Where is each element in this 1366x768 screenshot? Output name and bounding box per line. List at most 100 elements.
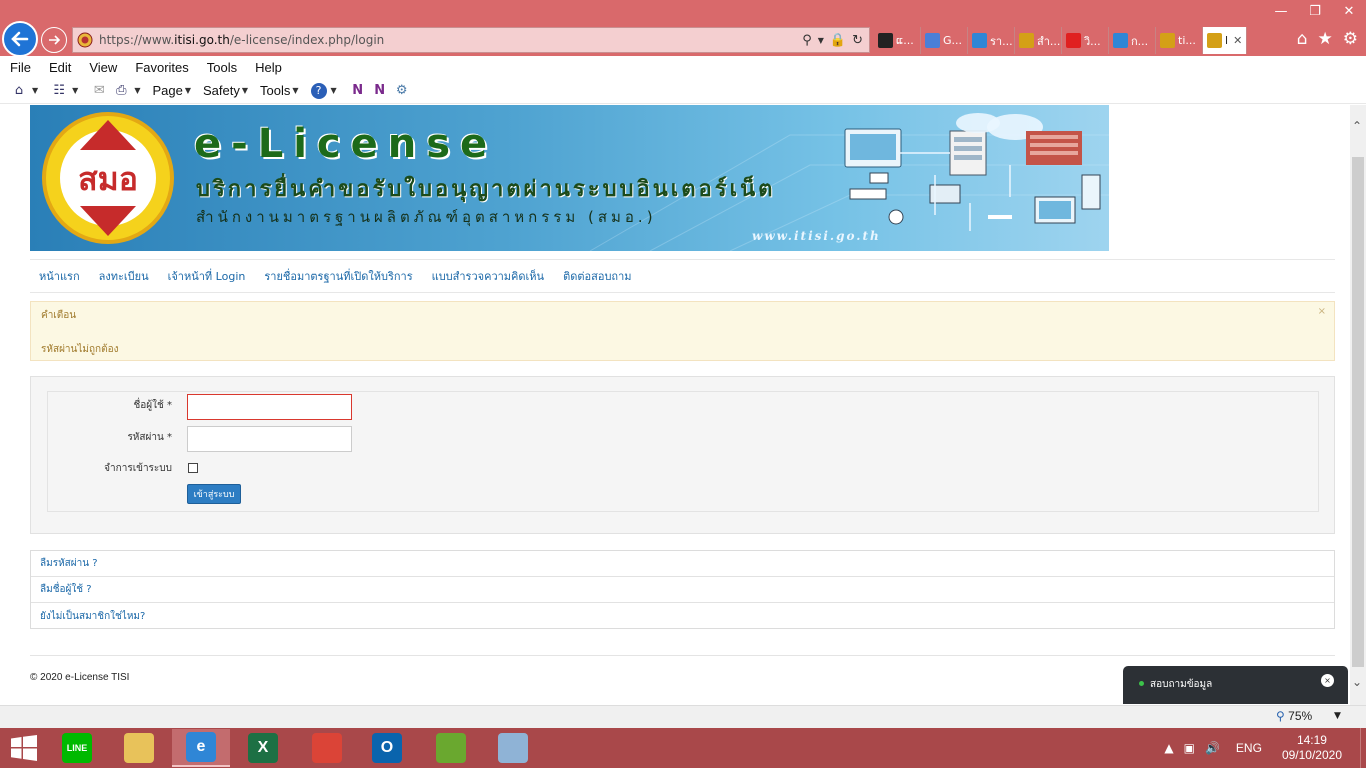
help-icon[interactable]: ? [310,82,327,99]
gear-icon[interactable]: ⚙ [393,83,411,99]
minimize-icon[interactable]: — [1264,0,1298,22]
chevron-up-icon[interactable]: ▲ [1164,741,1173,755]
nav-home[interactable]: หน้าแรก [39,267,80,285]
close-tab-icon[interactable]: ✕ [1233,34,1242,47]
zoom-icon: ⚲ [1276,709,1285,723]
scroll-down-icon[interactable]: ⌄ [1352,675,1362,689]
excel-app[interactable]: X [234,729,292,767]
close-window-icon[interactable]: ✕ [1332,0,1366,22]
favorites-star-icon[interactable]: ★ [1318,29,1333,49]
chevron-down-icon[interactable]: ▼ [292,86,298,95]
username-input[interactable] [187,394,352,420]
remember-me-checkbox[interactable] [188,463,198,473]
browser-tab[interactable]: สำ... [1015,27,1062,54]
browser-tab[interactable]: l ✕ [1203,27,1247,54]
online-status-icon [1139,681,1144,686]
tab-label: ti... [1178,34,1196,47]
safety-menu[interactable]: Safety [203,83,240,98]
scrollbar-thumb[interactable] [1352,157,1364,667]
home-icon[interactable]: ⌂ [10,83,28,99]
onenote-icon[interactable]: N [349,83,367,99]
nav-survey[interactable]: แบบสำรวจความคิดเห็น [432,267,544,285]
d-icon [878,33,893,48]
refresh-icon[interactable]: ↻ [852,33,863,48]
browser-tab[interactable]: G... [921,27,968,54]
nav-register[interactable]: ลงทะเบียน [99,267,149,285]
command-bar: ⌂ ▼ ☷ ▼ ✉ ⎙ ▼ Page ▼ Safety ▼ Tools ▼ ? ▼ N N ⚙ [0,78,1366,104]
chat-close-button[interactable]: × [1321,674,1334,687]
chevron-down-icon[interactable]: ▼ [185,86,191,95]
url-text[interactable]: https://www.itisi.go.th/e-license/index.… [99,33,802,47]
settings-gear-icon[interactable]: ⚙ [1343,29,1358,49]
not-member-link[interactable]: ยังไม่เป็นสมาชิกใช่ไหม? [31,603,1334,629]
nav-staff-login[interactable]: เจ้าหน้าที่ Login [168,267,246,285]
chevron-down-icon[interactable]: ▼ [134,86,140,95]
rss-feed-icon[interactable]: ☷ [50,83,68,99]
page-scrollbar[interactable]: ⌃ ⌄ [1350,105,1366,705]
search-icon[interactable]: ⚲ [802,33,812,48]
address-bar[interactable]: https://www.itisi.go.th/e-license/index.… [72,27,870,53]
forgot-password-link[interactable]: ลืมรหัสผ่าน ? [31,551,1334,577]
chrome-app[interactable] [298,729,356,767]
site-favicon-icon [77,32,93,48]
tools-menu[interactable]: Tools [260,83,290,98]
url-prefix: https://www. [99,33,175,47]
menu-view[interactable]: View [89,60,117,75]
print-icon[interactable]: ⎙ [112,83,130,99]
home-icon[interactable]: ⌂ [1297,29,1308,49]
input-language[interactable]: ENG [1236,741,1262,755]
dropdown-icon[interactable]: ▼ [818,36,824,45]
onenote-linked-icon[interactable]: N [371,83,389,99]
paint-app[interactable] [484,729,542,767]
chat-widget[interactable]: สอบถามข้อมูล × [1123,666,1348,704]
menu-favorites[interactable]: Favorites [135,60,188,75]
forward-button[interactable] [41,27,67,53]
warning-alert: คำเตือน รหัสผ่านไม่ถูกต้อง × [30,301,1335,361]
file-explorer-app[interactable] [110,729,168,767]
menu-tools[interactable]: Tools [207,60,237,75]
login-button[interactable]: เข้าสู่ระบบ [187,484,241,504]
clock[interactable]: 14:19 09/10/2020 [1282,733,1342,763]
restore-icon[interactable]: ❐ [1298,0,1332,22]
browser-tab[interactable]: ແ... [874,27,921,54]
windows-taskbar: LINE e X O ▲ ▣ 🔊 ENG 14:19 09/10/2020 [0,728,1366,768]
username-label: ชื่อผู้ใช้ * [133,400,172,411]
browser-tab[interactable]: วิ... [1062,27,1109,54]
bluestacks-app-icon [436,733,466,763]
login-panel: ชื่อผู้ใช้ * รหัสผ่าน * จำการเข้าระบบ เข… [30,376,1335,534]
menu-file[interactable]: File [10,60,31,75]
volume-icon[interactable]: 🔊 [1205,741,1220,755]
back-button[interactable] [2,21,38,57]
zoom-level[interactable]: ⚲ 75% [1276,709,1312,723]
mail-icon[interactable]: ✉ [90,83,108,99]
bluestacks-app[interactable] [422,729,480,767]
nav-standards-list[interactable]: รายชื่อมาตรฐานที่เปิดให้บริการ [264,267,412,285]
account-help-links: ลืมรหัสผ่าน ? ลืมชื่อผู้ใช้ ? ยังไม่เป็น… [30,550,1335,629]
chevron-down-icon[interactable]: ▼ [72,86,78,95]
browser-tab[interactable]: รา... [968,27,1015,54]
browser-tab[interactable]: ti... [1156,27,1203,54]
forgot-username-link[interactable]: ลืมชื่อผู้ใช้ ? [31,577,1334,603]
chevron-down-icon[interactable]: ▼ [331,86,337,95]
chevron-down-icon[interactable]: ▼ [1334,711,1341,721]
page-menu[interactable]: Page [152,83,182,98]
internet-explorer-app[interactable]: e [172,729,230,767]
browser-tab[interactable]: ก... [1109,27,1156,54]
password-input[interactable] [187,426,352,452]
chrome-app-icon [312,733,342,763]
scroll-up-icon[interactable]: ⌃ [1352,119,1362,133]
lock-icon[interactable]: 🔒 [830,33,846,48]
outlook-app[interactable]: O [358,729,416,767]
alert-close-button[interactable]: × [1318,306,1326,317]
show-desktop-button[interactable] [1360,728,1366,768]
network-icon[interactable]: ▣ [1184,741,1195,755]
chevron-down-icon[interactable]: ▼ [32,86,38,95]
nav-contact[interactable]: ติดต่อสอบถาม [563,267,631,285]
menu-edit[interactable]: Edit [49,60,71,75]
line-app[interactable]: LINE [48,729,106,767]
remember-me-label: จำการเข้าระบบ [104,463,172,474]
chevron-down-icon[interactable]: ▼ [242,86,248,95]
site-banner: สมอ e-License บริการยื่นคำขอรับใบอนุญาตผ… [30,105,1109,251]
start-button[interactable] [0,728,48,768]
menu-help[interactable]: Help [255,60,282,75]
